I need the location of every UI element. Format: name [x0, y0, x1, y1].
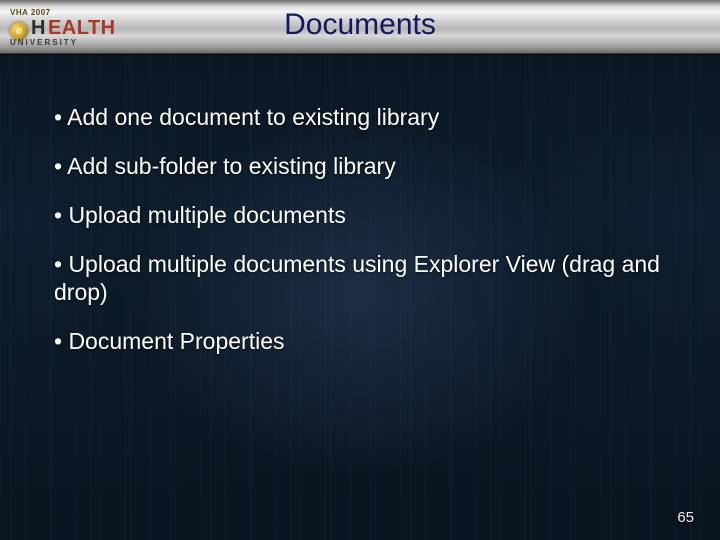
bullet-item: • Add one document to existing library	[54, 104, 680, 131]
header-strip: VHA 2007 e HEALTH UNIVERSITY Documents	[0, 0, 720, 54]
page-number: 65	[677, 509, 694, 526]
slide-content: • Add one document to existing library • …	[54, 104, 680, 377]
slide-title: Documents	[0, 8, 720, 42]
bullet-item: • Add sub-folder to existing library	[54, 153, 680, 180]
bullet-item: • Document Properties	[54, 328, 680, 355]
slide: VHA 2007 e HEALTH UNIVERSITY Documents •…	[0, 0, 720, 540]
bullet-item: • Upload multiple documents using Explor…	[54, 251, 680, 305]
bullet-item: • Upload multiple documents	[54, 202, 680, 229]
